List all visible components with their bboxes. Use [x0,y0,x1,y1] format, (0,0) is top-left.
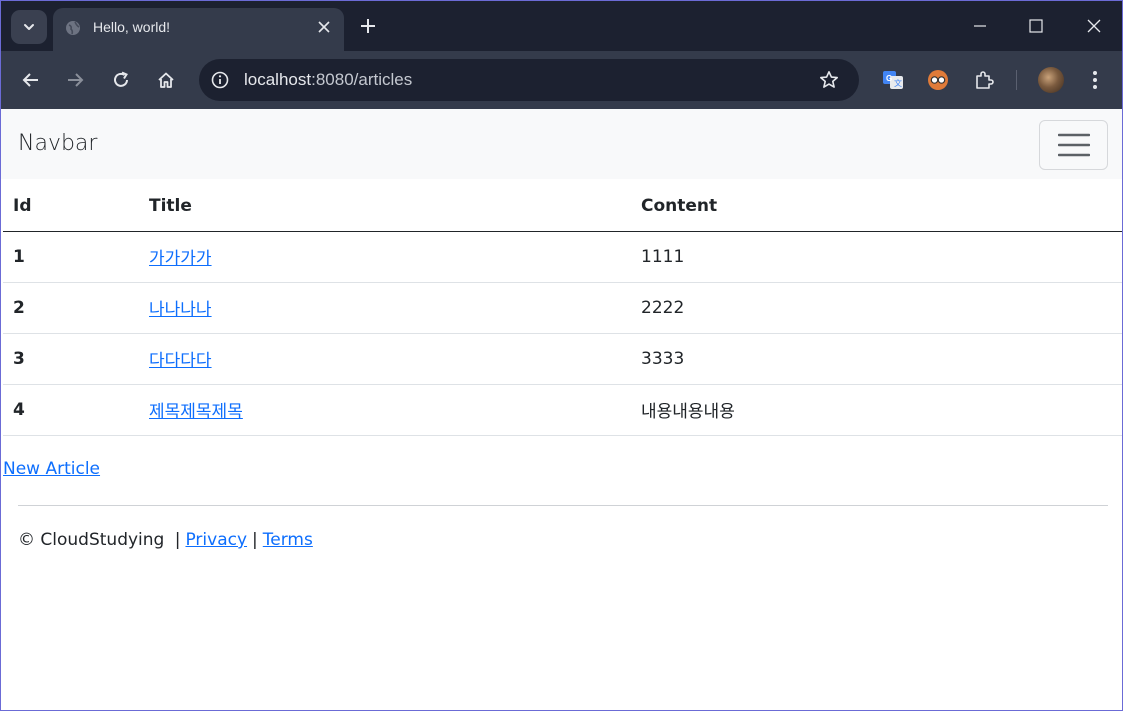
footer-divider [18,505,1108,506]
extension-glasses-icon [928,70,948,90]
cell-content: 1111 [631,231,1122,283]
article-title-link[interactable]: 제목제목제목 [149,402,243,422]
cell-id: 3 [3,333,139,385]
cell-title: 제목제목제목 [139,384,631,436]
table-row: 2 나나나나 2222 [3,282,1122,334]
cell-content: 내용내용내용 [631,384,1122,436]
svg-text:G: G [886,74,892,83]
translate-icon: G文 [883,71,903,89]
reload-button[interactable] [109,68,133,92]
address-bar[interactable]: localhost:8080/articles [199,59,859,101]
navbar-brand[interactable]: Navbar [18,131,97,156]
header-content: Content [631,181,1122,232]
close-icon [1087,19,1101,33]
extensions-button[interactable] [972,68,996,92]
table-row: 4 제목제목제목 내용내용내용 [3,384,1122,436]
menu-button[interactable] [1083,68,1107,92]
back-icon [22,73,38,87]
forward-icon [68,73,84,87]
terms-link[interactable]: Terms [263,530,313,550]
header-id: Id [3,181,139,232]
info-icon[interactable] [211,71,229,89]
chevron-down-icon [24,24,34,30]
minimize-icon [974,25,986,27]
maximize-button[interactable] [1016,11,1056,41]
footer-separator: | [252,530,258,550]
svg-text:文: 文 [894,78,902,88]
cell-content: 2222 [631,282,1122,334]
table-header-row: Id Title Content [3,181,1122,232]
cell-content: 3333 [631,333,1122,385]
cell-title: 나나나나 [139,282,631,334]
tab-title: Hello, world! [93,19,171,35]
hamburger-icon [1057,133,1090,157]
reload-icon [114,71,128,87]
maximize-icon [1029,19,1043,33]
article-title-link[interactable]: 가가가가 [149,249,212,269]
menu-dots-icon [1093,71,1097,89]
table-row: 3 다다다다 3333 [3,333,1122,385]
cell-id: 2 [3,282,139,334]
close-window-button[interactable] [1074,11,1114,41]
back-button[interactable] [19,68,43,92]
new-tab-button[interactable] [357,15,379,37]
url-text[interactable]: localhost:8080/articles [244,70,412,90]
browser-window: Hello, world! localhost:8080/articles G … [0,0,1123,711]
active-tab[interactable]: Hello, world! [53,8,344,51]
tab-strip: Hello, world! [1,1,1122,51]
home-button[interactable] [154,68,178,92]
cell-id: 1 [3,231,139,283]
url-path: :8080/articles [311,70,413,89]
star-icon[interactable] [819,70,839,90]
plus-icon [361,19,375,33]
forward-button[interactable] [63,68,87,92]
toolbar-separator [1016,70,1017,90]
home-icon [158,72,174,88]
navbar-toggler-button[interactable] [1039,120,1108,170]
url-host: localhost [244,70,312,89]
page-content: Navbar Id Title Content 1 가가가가 1111 2 나나… [1,109,1122,710]
cell-id: 4 [3,384,139,436]
article-title-link[interactable]: 다다다다 [149,351,212,371]
footer: © CloudStudying | Privacy | Terms [18,530,313,550]
profile-avatar[interactable] [1038,67,1064,93]
cell-title: 가가가가 [139,231,631,283]
footer-separator: | [174,530,181,550]
new-article-link[interactable]: New Article [3,459,100,479]
tab-close-button[interactable] [314,17,334,37]
header-title: Title [139,181,631,232]
table-row: 1 가가가가 1111 [3,231,1122,283]
close-icon [318,21,330,33]
translate-extension-button[interactable]: G文 [881,68,905,92]
globe-icon [66,21,80,35]
browser-toolbar: localhost:8080/articles G文 [1,51,1122,109]
article-title-link[interactable]: 나나나나 [149,300,212,320]
navbar: Navbar [1,109,1122,179]
cell-title: 다다다다 [139,333,631,385]
puzzle-icon [976,71,994,89]
privacy-link[interactable]: Privacy [185,530,247,550]
articles-table: Id Title Content 1 가가가가 1111 2 나나나나 2222… [3,181,1122,436]
minimize-button[interactable] [960,11,1000,41]
footer-copyright: © CloudStudying [18,530,165,550]
tab-search-button[interactable] [11,10,47,44]
glasses-extension-button[interactable] [926,68,950,92]
